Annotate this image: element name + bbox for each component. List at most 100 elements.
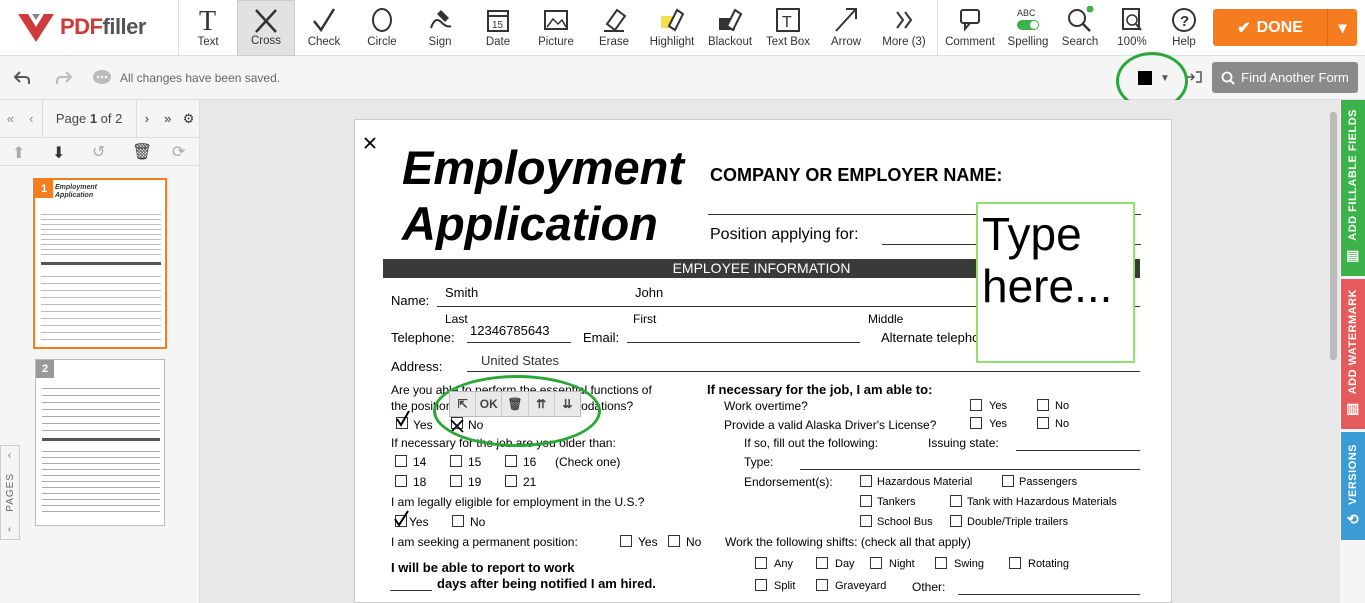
cross-tool[interactable]: Cross xyxy=(237,0,295,56)
prev-page-icon[interactable]: ‹ xyxy=(21,111,42,126)
done-dropdown-caret[interactable]: ▾ xyxy=(1328,18,1357,38)
circle-tool[interactable]: Circle xyxy=(353,0,411,56)
more-tools[interactable]: More (3) xyxy=(875,0,933,56)
move-up-icon[interactable]: ⬆ xyxy=(12,143,25,163)
age-19-checkbox[interactable] xyxy=(450,475,462,487)
find-another-form-button[interactable]: Find Another Form xyxy=(1212,62,1358,93)
shift-graveyard-checkbox[interactable] xyxy=(816,579,828,591)
yes-label: Yes xyxy=(409,515,429,529)
search-tool[interactable]: Search xyxy=(1054,0,1106,56)
svg-text:T: T xyxy=(782,14,792,31)
age-19-label: 19 xyxy=(468,475,482,489)
svg-text:ABC: ABC xyxy=(1017,8,1036,18)
zoom-tool[interactable]: 100% xyxy=(1106,0,1158,56)
address-value[interactable]: United States xyxy=(481,353,559,368)
last-page-icon[interactable]: » xyxy=(157,111,178,126)
erase-tool[interactable]: Erase xyxy=(585,0,643,56)
endorse-label: Tankers xyxy=(877,496,916,508)
alaska-yes-checkbox[interactable] xyxy=(970,417,982,429)
shift-any-checkbox[interactable] xyxy=(755,557,767,569)
blackout-tool[interactable]: Blackout xyxy=(701,0,759,56)
send-backward-icon[interactable]: ⇊ xyxy=(555,392,580,416)
close-icon[interactable] xyxy=(363,136,377,150)
highlight-tool[interactable]: Highlight xyxy=(643,0,701,56)
refresh-icon[interactable]: ⟳ xyxy=(172,142,185,162)
sign-tool[interactable]: Sign xyxy=(411,0,469,56)
move-icon[interactable]: ⇱ xyxy=(450,392,477,416)
overtime-no-checkbox[interactable] xyxy=(1037,399,1049,411)
endorse-tankers-checkbox[interactable] xyxy=(860,495,872,507)
no-label: No xyxy=(470,515,486,529)
move-down-icon[interactable]: ⬇ xyxy=(52,143,65,163)
permanent-yes-checkbox[interactable] xyxy=(620,535,632,547)
endorse-tank-hazmat-checkbox[interactable] xyxy=(950,495,962,507)
trash-icon[interactable]: 🗑 xyxy=(502,392,529,416)
pdffiller-logo[interactable]: PDFfiller xyxy=(16,10,146,44)
thumbnail-number: 1 xyxy=(35,180,53,198)
date-tool[interactable]: 15 Date xyxy=(469,0,527,56)
question-eligible: I am legally eligible for employment in … xyxy=(391,495,645,509)
ok-button[interactable]: OK xyxy=(476,392,503,416)
shift-swing-checkbox[interactable] xyxy=(935,557,947,569)
report-line-1: I will be able to report to work xyxy=(391,560,575,575)
shift-split-checkbox[interactable] xyxy=(755,579,767,591)
age-18-checkbox[interactable] xyxy=(395,475,407,487)
text-tool[interactable]: T Text xyxy=(179,0,237,56)
age-15-label: 15 xyxy=(468,455,482,469)
search-icon xyxy=(1221,71,1235,85)
check-icon: ✔ xyxy=(1237,19,1251,37)
page-thumbnail-2[interactable]: 2 xyxy=(35,359,165,526)
endorse-hazmat-checkbox[interactable] xyxy=(860,475,872,487)
endorse-label: School Bus xyxy=(877,516,933,528)
done-button[interactable]: ✔ DONE ▾ xyxy=(1213,9,1357,46)
shift-night-checkbox[interactable] xyxy=(870,557,882,569)
shift-label: Any xyxy=(774,558,793,570)
picture-tool[interactable]: Picture xyxy=(527,0,585,56)
permanent-no-checkbox[interactable] xyxy=(668,535,680,547)
text-entry-field[interactable]: Type here... xyxy=(976,202,1135,363)
link-icon[interactable] xyxy=(1186,70,1202,84)
gear-icon[interactable]: ⚙ xyxy=(178,111,199,127)
check-mark-icon xyxy=(396,410,410,427)
logo-text: PDFfiller xyxy=(60,14,146,39)
overtime-yes-checkbox[interactable] xyxy=(970,399,982,411)
undo-icon[interactable] xyxy=(12,68,32,88)
bring-forward-icon[interactable]: ⇈ xyxy=(529,392,555,416)
page-thumbnail-1[interactable]: 1 Employment Application xyxy=(33,178,167,349)
no-label: No xyxy=(1055,400,1070,412)
eligible-no-checkbox[interactable] xyxy=(452,515,464,527)
report-line-2: days after being notified I am hired. xyxy=(437,576,656,591)
textbox-tool[interactable]: T Text Box xyxy=(759,0,817,56)
last-name-value[interactable]: Smith xyxy=(445,285,478,300)
help-tool[interactable]: ? Help xyxy=(1158,0,1210,56)
check-tool[interactable]: Check xyxy=(295,0,353,56)
redo-icon[interactable] xyxy=(54,68,74,88)
trash-icon[interactable]: 🗑 xyxy=(132,142,152,162)
age-21-checkbox[interactable] xyxy=(505,475,517,487)
rotate-icon[interactable]: ↺ xyxy=(92,142,105,162)
pages-tab[interactable]: ‹ PAGES ‹ xyxy=(0,445,20,540)
first-name-value[interactable]: John xyxy=(635,285,663,300)
endorse-passengers-checkbox[interactable] xyxy=(1002,475,1014,487)
form-title-line1: Employment xyxy=(402,141,685,194)
endorse-double-triple-checkbox[interactable] xyxy=(950,515,962,527)
spelling-tool[interactable]: ABC Spelling xyxy=(1002,0,1054,56)
telephone-value[interactable]: 12346785643 xyxy=(470,323,550,338)
next-page-icon[interactable]: › xyxy=(137,111,158,126)
age-16-label: 16 xyxy=(523,455,537,469)
age-16-checkbox[interactable] xyxy=(505,455,517,467)
versions-tab[interactable]: VERSIONS ⟲ xyxy=(1341,432,1365,540)
arrow-tool[interactable]: Arrow xyxy=(817,0,875,56)
shift-day-checkbox[interactable] xyxy=(816,557,828,569)
endorse-schoolbus-checkbox[interactable] xyxy=(860,515,872,527)
comment-tool[interactable]: Comment xyxy=(938,0,1002,56)
age-15-checkbox[interactable] xyxy=(450,455,462,467)
age-14-checkbox[interactable] xyxy=(395,455,407,467)
right-tool-group: Comment ABC Spelling Search 100% ? Help xyxy=(937,0,1210,56)
first-page-icon[interactable]: « xyxy=(0,111,21,126)
add-fillable-fields-tab[interactable]: ADD FILLABLE FIELDS ▤ xyxy=(1341,100,1365,276)
alaska-no-checkbox[interactable] xyxy=(1037,417,1049,429)
shift-rotating-checkbox[interactable] xyxy=(1009,557,1021,569)
add-watermark-tab[interactable]: ADD WATERMARK ▥ xyxy=(1341,279,1365,429)
vertical-scrollbar[interactable] xyxy=(1330,112,1337,360)
